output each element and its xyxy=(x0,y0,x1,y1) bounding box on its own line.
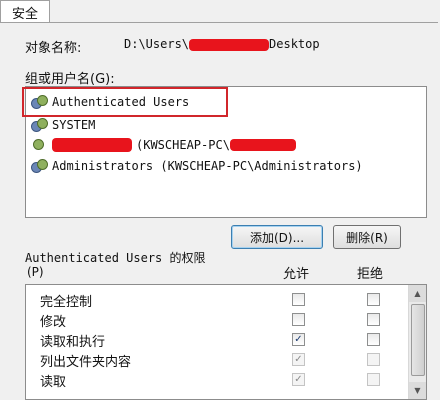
permissions-list[interactable]: 完全控制修改读取和执行 ✓ 列出文件夹内容 ✓ 读取 ✓ ▲ ▼ xyxy=(25,284,427,400)
scroll-up-icon[interactable]: ▲ xyxy=(409,285,426,302)
permission-label: 完全控制 xyxy=(40,295,93,310)
list-item-label: (KWSCHEAP-PC\ xyxy=(136,138,230,152)
highlight-box xyxy=(22,87,228,117)
users-group-icon xyxy=(30,117,48,133)
remove-button-label: 删除(R) xyxy=(346,230,388,245)
allow-checkbox[interactable] xyxy=(292,293,305,306)
object-path: D:\Users\ Desktop xyxy=(124,37,320,51)
add-button-label: 添加(D)... xyxy=(249,230,305,245)
permission-label: 读取和执行 xyxy=(40,335,106,350)
permissions-title: Authenticated Users 的权限 xyxy=(25,251,206,265)
permission-row: 读取 ✓ xyxy=(26,369,406,390)
users-group-icon xyxy=(30,158,48,174)
deny-checkbox[interactable] xyxy=(367,333,380,346)
tab-security-label: 安全 xyxy=(11,6,38,22)
redaction-mark xyxy=(229,139,296,151)
deny-column-header: 拒绝 xyxy=(357,267,384,282)
scrollbar-thumb[interactable] xyxy=(411,304,425,376)
deny-checkbox[interactable] xyxy=(367,373,380,386)
permission-label: 读取 xyxy=(40,375,67,390)
redaction-mark xyxy=(189,38,270,51)
allow-checkbox[interactable] xyxy=(292,313,305,326)
deny-checkbox[interactable] xyxy=(367,353,380,366)
vertical-scrollbar[interactable]: ▲ ▼ xyxy=(408,285,426,399)
add-button[interactable]: 添加(D)... xyxy=(231,225,323,249)
permission-label: 修改 xyxy=(40,315,67,330)
permissions-mnemonic: (P) xyxy=(27,265,44,279)
deny-checkbox[interactable] xyxy=(367,313,380,326)
remove-button[interactable]: 删除(R) xyxy=(333,225,401,249)
scroll-down-icon[interactable]: ▼ xyxy=(409,382,426,399)
list-item-redacted-user[interactable]: (KWSCHEAP-PC\ xyxy=(30,135,296,155)
allow-checkbox[interactable]: ✓ xyxy=(292,353,305,366)
allow-checkbox[interactable]: ✓ xyxy=(292,333,305,346)
permission-row: 修改 xyxy=(26,309,406,330)
allow-checkbox[interactable]: ✓ xyxy=(292,373,305,386)
object-path-prefix: D:\Users\ xyxy=(124,37,190,51)
tab-security[interactable]: 安全 xyxy=(0,0,50,23)
permission-row: 列出文件夹内容 ✓ xyxy=(26,349,406,370)
user-icon xyxy=(30,137,48,153)
object-path-suffix: Desktop xyxy=(269,37,320,51)
permission-row: 读取和执行 ✓ xyxy=(26,329,406,350)
redaction-mark xyxy=(52,138,132,152)
deny-checkbox[interactable] xyxy=(367,293,380,306)
group-list-label: 组或用户名(G): xyxy=(25,72,115,87)
permission-row: 完全控制 xyxy=(26,289,406,310)
allow-column-header: 允许 xyxy=(283,267,310,282)
permission-label: 列出文件夹内容 xyxy=(40,355,132,370)
list-item-administrators[interactable]: Administrators (KWSCHEAP-PC\Administrato… xyxy=(30,156,363,176)
object-name-label: 对象名称: xyxy=(25,41,82,56)
list-item-system[interactable]: SYSTEM xyxy=(30,115,95,135)
list-item-label: Administrators (KWSCHEAP-PC\Administrato… xyxy=(52,159,363,173)
list-item-label: SYSTEM xyxy=(52,118,96,132)
